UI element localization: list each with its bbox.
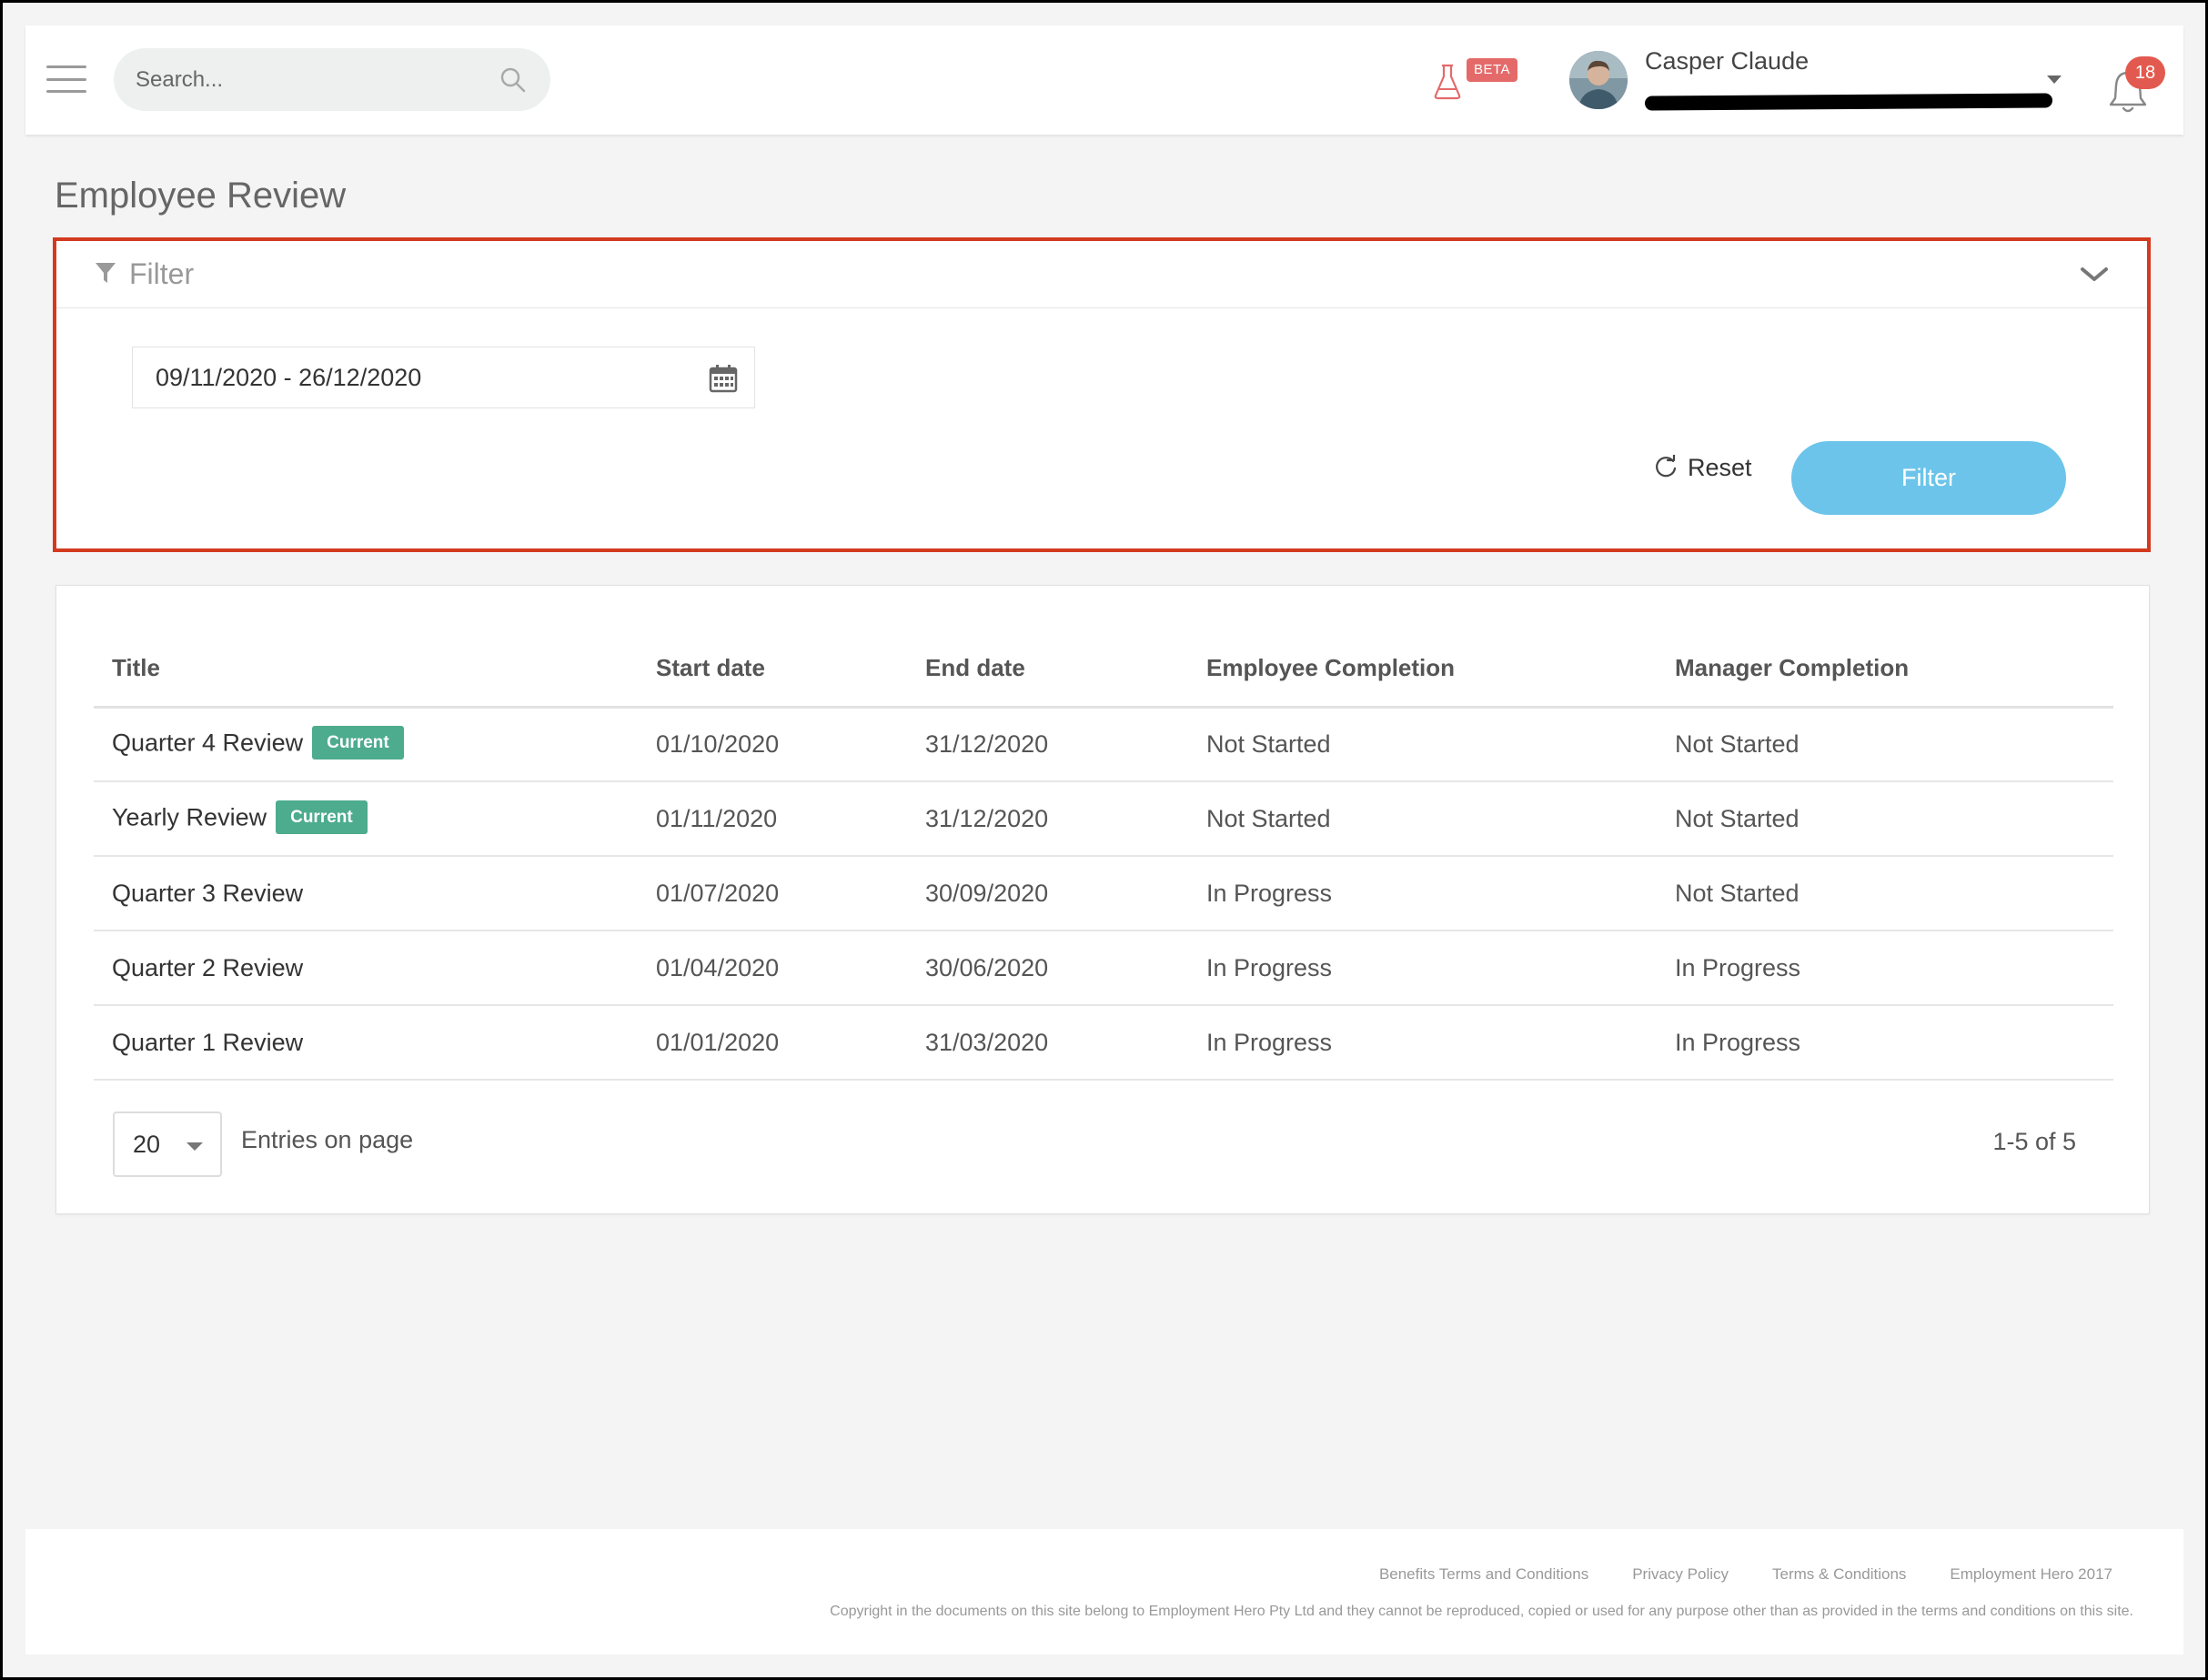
manager-completion-cell: Not Started bbox=[1657, 707, 2113, 782]
chevron-down-icon[interactable] bbox=[2080, 265, 2109, 285]
pagination-range-info: 1-5 of 5 bbox=[1992, 1128, 2076, 1155]
employee-completion-cell: In Progress bbox=[1188, 856, 1657, 931]
reviews-table-card: Title Start date End date Employee Compl… bbox=[55, 585, 2150, 1214]
review-title[interactable]: Quarter 4 Review bbox=[112, 729, 303, 756]
avatar[interactable] bbox=[1569, 51, 1628, 109]
page-footer: Benefits Terms and Conditions Privacy Po… bbox=[25, 1529, 2183, 1655]
table-row[interactable]: Quarter 1 Review 01/01/2020 31/03/2020 I… bbox=[94, 1005, 2113, 1081]
footer-copyright: Copyright in the documents on this site … bbox=[830, 1604, 2133, 1619]
footer-link-benefits-terms[interactable]: Benefits Terms and Conditions bbox=[1379, 1565, 1588, 1584]
status-badge: Current bbox=[276, 800, 368, 834]
filter-panel-title: Filter bbox=[129, 257, 195, 290]
reset-button-label: Reset bbox=[1688, 453, 1752, 481]
avatar-image bbox=[1569, 51, 1628, 109]
review-title[interactable]: Quarter 3 Review bbox=[112, 880, 303, 907]
employee-completion-cell: In Progress bbox=[1188, 1005, 1657, 1081]
chevron-down-icon bbox=[187, 1142, 203, 1151]
reset-button[interactable]: Reset bbox=[1653, 445, 1752, 490]
flask-icon bbox=[1434, 64, 1461, 100]
reviews-table: Title Start date End date Employee Compl… bbox=[94, 631, 2113, 1081]
search-input[interactable] bbox=[136, 66, 490, 93]
date-range-picker[interactable]: 09/11/2020 - 26/12/2020 bbox=[132, 347, 755, 408]
redacted-user-subtitle bbox=[1644, 93, 2053, 111]
review-title[interactable]: Quarter 1 Review bbox=[112, 1029, 303, 1056]
manager-completion-cell: In Progress bbox=[1657, 1005, 2113, 1081]
status-badge: Current bbox=[312, 725, 404, 760]
footer-brand-year: Employment Hero 2017 bbox=[1950, 1565, 2112, 1583]
start-date-cell: 01/04/2020 bbox=[638, 931, 907, 1006]
search-box bbox=[114, 48, 550, 111]
date-range-value: 09/11/2020 - 26/12/2020 bbox=[156, 364, 422, 391]
column-header-title[interactable]: Title bbox=[94, 631, 638, 709]
notification-count-badge: 18 bbox=[2125, 56, 2165, 89]
user-name[interactable]: Casper Claude bbox=[1645, 47, 1809, 75]
review-title-cell[interactable]: Quarter 2 Review bbox=[94, 931, 638, 1006]
table-row[interactable]: Quarter 2 Review 01/04/2020 30/06/2020 I… bbox=[94, 931, 2113, 1006]
manager-completion-cell: In Progress bbox=[1657, 931, 2113, 1006]
top-navigation-bar: BETA Casper Claude 18 bbox=[25, 25, 2183, 135]
review-title-cell[interactable]: Yearly Review Current bbox=[94, 781, 638, 857]
column-header-end-date[interactable]: End date bbox=[907, 631, 1188, 709]
table-header-row: Title Start date End date Employee Compl… bbox=[94, 631, 2113, 709]
review-title[interactable]: Yearly Review bbox=[112, 803, 267, 830]
review-title[interactable]: Quarter 2 Review bbox=[112, 954, 303, 981]
reset-refresh-icon bbox=[1656, 455, 1677, 478]
column-header-employee-completion[interactable]: Employee Completion bbox=[1188, 631, 1657, 709]
employee-completion-cell: Not Started bbox=[1188, 707, 1657, 782]
column-header-start-date[interactable]: Start date bbox=[638, 631, 907, 709]
entries-per-page-select[interactable]: 20 bbox=[113, 1112, 222, 1177]
table-row[interactable]: Yearly Review Current 01/11/2020 31/12/20… bbox=[94, 781, 2113, 857]
search-icon[interactable] bbox=[499, 66, 527, 94]
table-row[interactable]: Quarter 3 Review 01/07/2020 30/09/2020 I… bbox=[94, 856, 2113, 931]
footer-link-privacy-policy[interactable]: Privacy Policy bbox=[1632, 1565, 1729, 1584]
footer-links: Benefits Terms and Conditions Privacy Po… bbox=[1379, 1565, 2112, 1584]
end-date-cell: 31/12/2020 bbox=[907, 707, 1188, 782]
start-date-cell: 01/10/2020 bbox=[638, 707, 907, 782]
apply-filter-button[interactable]: Filter bbox=[1791, 441, 2066, 515]
entries-per-page-value: 20 bbox=[133, 1131, 161, 1158]
notifications-button[interactable]: 18 bbox=[2104, 56, 2165, 120]
manager-completion-cell: Not Started bbox=[1657, 781, 2113, 857]
hamburger-menu-icon[interactable] bbox=[46, 65, 86, 93]
end-date-cell: 31/12/2020 bbox=[907, 781, 1188, 857]
beta-features-link[interactable]: BETA bbox=[1431, 58, 1540, 104]
end-date-cell: 30/09/2020 bbox=[907, 856, 1188, 931]
column-header-manager-completion[interactable]: Manager Completion bbox=[1657, 631, 2113, 709]
employee-completion-cell: In Progress bbox=[1188, 931, 1657, 1006]
beta-badge: BETA bbox=[1467, 58, 1518, 82]
start-date-cell: 01/01/2020 bbox=[638, 1005, 907, 1081]
page-title: Employee Review bbox=[55, 176, 347, 216]
review-title-cell[interactable]: Quarter 3 Review bbox=[94, 856, 638, 931]
start-date-cell: 01/11/2020 bbox=[638, 781, 907, 857]
entries-on-page-label: Entries on page bbox=[241, 1126, 414, 1153]
filter-panel: Filter 09/11/2020 - 26/12/2020 Reset Fil… bbox=[53, 237, 2151, 552]
review-title-cell[interactable]: Quarter 1 Review bbox=[94, 1005, 638, 1081]
app-window: BETA Casper Claude 18 Employee Review bbox=[3, 3, 2205, 1677]
employee-completion-cell: Not Started bbox=[1188, 781, 1657, 857]
end-date-cell: 30/06/2020 bbox=[907, 931, 1188, 1006]
review-title-cell[interactable]: Quarter 4 Review Current bbox=[94, 707, 638, 782]
filter-panel-header[interactable]: Filter bbox=[56, 241, 2147, 308]
start-date-cell: 01/07/2020 bbox=[638, 856, 907, 931]
user-menu-chevron-down-icon[interactable] bbox=[2047, 75, 2062, 84]
end-date-cell: 31/03/2020 bbox=[907, 1005, 1188, 1081]
footer-link-terms-conditions[interactable]: Terms & Conditions bbox=[1772, 1565, 1906, 1584]
table-row[interactable]: Quarter 4 Review Current 01/10/2020 31/12… bbox=[94, 707, 2113, 782]
manager-completion-cell: Not Started bbox=[1657, 856, 2113, 931]
filter-funnel-icon bbox=[96, 263, 116, 283]
calendar-icon[interactable] bbox=[709, 364, 738, 393]
